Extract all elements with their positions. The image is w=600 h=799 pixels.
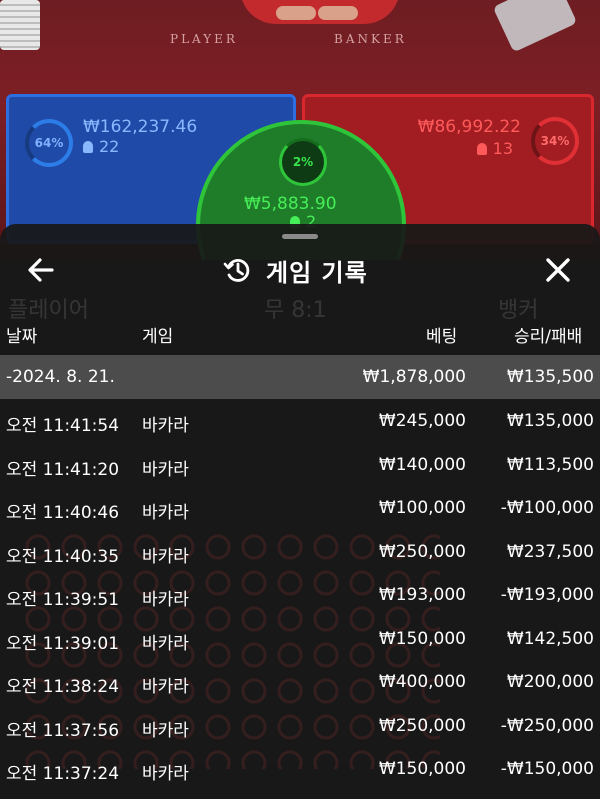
back-button[interactable] xyxy=(24,254,60,286)
row-game: 바카라 xyxy=(142,590,189,610)
row-time: 오전 11:40:46 xyxy=(6,503,120,523)
date-group-row[interactable]: -2024. 8. 21. ₩1,878,000 ₩135,500 xyxy=(0,355,600,399)
row-bet: ₩400,000 xyxy=(378,672,466,692)
arrow-left-icon xyxy=(28,258,54,282)
sheet-header: 게임 기록 xyxy=(0,248,600,292)
player-percent-ring: 64% xyxy=(25,119,73,167)
ghost-label-banker: 뱅커 xyxy=(498,298,539,323)
date-group-date: -2024. 8. 21. xyxy=(6,367,115,387)
banker-percent: 34% xyxy=(540,134,570,148)
row-bet: ₩150,000 xyxy=(378,628,466,649)
player-percent: 64% xyxy=(34,136,64,150)
close-button[interactable] xyxy=(542,254,574,286)
row-result: -₩150,000 xyxy=(500,759,594,779)
date-group-bet-total: ₩1,878,000 xyxy=(362,367,466,387)
row-game: 바카라 xyxy=(142,459,189,480)
row-game: 바카라 xyxy=(142,546,189,567)
history-row[interactable]: 오전 11:40:35 바카라 ₩250,000 ₩237,500 xyxy=(0,530,600,574)
row-bet: ₩150,000 xyxy=(378,759,466,779)
row-bet: ₩245,000 xyxy=(378,411,466,431)
row-time: 오전 11:39:51 xyxy=(6,590,120,610)
row-result: -₩193,000 xyxy=(500,585,594,605)
row-time: 오전 11:41:20 xyxy=(6,459,120,480)
history-row[interactable]: 오전 11:41:20 바카라 ₩140,000 ₩113,500 xyxy=(0,443,600,487)
chip-stack xyxy=(0,0,40,50)
date-group-result-total: ₩135,500 xyxy=(506,367,594,387)
tie-amount: ₩5,883.90 xyxy=(244,194,337,214)
ghost-label-player: 플레이어 xyxy=(8,298,89,323)
row-result: ₩200,000 xyxy=(506,672,594,692)
ghost-label-tie: 무 8:1 xyxy=(264,298,327,323)
close-icon xyxy=(546,258,570,282)
row-bet: ₩140,000 xyxy=(378,454,466,475)
column-header-date: 날짜 xyxy=(6,327,38,347)
row-game: 바카라 xyxy=(142,503,189,523)
row-result: -₩100,000 xyxy=(500,498,594,518)
sheet-title-group: 게임 기록 xyxy=(222,252,368,288)
row-result: ₩237,500 xyxy=(506,541,594,562)
row-game: 바카라 xyxy=(142,677,189,697)
row-result: ₩113,500 xyxy=(506,454,594,475)
sheet-drag-handle[interactable] xyxy=(282,234,318,239)
history-row[interactable]: 오전 11:38:24 바카라 ₩400,000 ₩200,000 xyxy=(0,660,600,704)
history-row[interactable]: 오전 11:41:54 바카라 ₩245,000 ₩135,000 xyxy=(0,399,600,443)
history-row[interactable]: 오전 11:37:24 바카라 ₩150,000 -₩150,000 xyxy=(0,747,600,791)
column-header-result: 승리/패배 xyxy=(514,327,583,347)
row-game: 바카라 xyxy=(142,764,189,784)
row-bet: ₩250,000 xyxy=(378,715,466,736)
row-bet: ₩100,000 xyxy=(378,498,466,518)
banker-count: 13 xyxy=(476,139,513,158)
history-row[interactable]: 오전 11:37:56 바카라 ₩250,000 -₩250,000 xyxy=(0,704,600,748)
table-label-player: PLAYER xyxy=(170,32,238,46)
history-row[interactable]: 오전 11:40:46 바카라 ₩100,000 -₩100,000 xyxy=(0,486,600,530)
player-count: 22 xyxy=(83,137,119,156)
column-header-bet: 베팅 xyxy=(426,327,458,347)
row-game: 바카라 xyxy=(142,633,189,654)
row-time: 오전 11:37:56 xyxy=(6,720,120,741)
card-shoe xyxy=(492,0,578,53)
game-history-sheet: 플레이어 무 8:1 뱅커 게임 기록 날짜 게임 베팅 승리/패배 -2024… xyxy=(0,224,600,799)
banker-percent-ring: 34% xyxy=(531,117,579,165)
dealer-hand xyxy=(318,6,358,20)
history-row[interactable]: 오전 11:39:51 바카라 ₩193,000 -₩193,000 xyxy=(0,573,600,617)
dealer-hand xyxy=(276,6,316,20)
row-time: 오전 11:39:01 xyxy=(6,633,120,654)
column-header-game: 게임 xyxy=(142,327,174,347)
person-icon xyxy=(83,141,93,153)
row-time: 오전 11:40:35 xyxy=(6,546,120,567)
row-time: 오전 11:37:24 xyxy=(6,764,120,784)
row-time: 오전 11:41:54 xyxy=(6,416,120,436)
row-game: 바카라 xyxy=(142,416,189,436)
row-bet: ₩250,000 xyxy=(378,541,466,562)
history-icon xyxy=(223,259,250,282)
player-amount: ₩162,237.46 xyxy=(83,117,198,137)
banker-count-value: 13 xyxy=(492,139,513,158)
row-time: 오전 11:38:24 xyxy=(6,677,120,697)
row-result: ₩142,500 xyxy=(506,628,594,649)
row-result: -₩250,000 xyxy=(500,715,594,736)
person-icon xyxy=(476,143,487,155)
history-row[interactable]: 오전 11:39:01 바카라 ₩150,000 ₩142,500 xyxy=(0,617,600,661)
table-label-banker: BANKER xyxy=(334,32,407,46)
row-game: 바카라 xyxy=(142,720,189,741)
player-count-value: 22 xyxy=(99,137,120,156)
row-result: ₩135,000 xyxy=(506,411,594,431)
history-list: 오전 11:41:54 바카라 ₩245,000 ₩135,000 오전 11:41:… xyxy=(0,399,600,791)
row-bet: ₩193,000 xyxy=(378,585,466,605)
page-title: 게임 기록 xyxy=(266,258,368,287)
tie-percent: 2% xyxy=(292,155,314,169)
game-table-background: PLAYER BANKER 64% ₩162,237.46 22 34% ₩86… xyxy=(0,0,600,260)
banker-amount: ₩86,992.22 xyxy=(417,117,521,137)
tie-percent-ring: 2% xyxy=(279,138,327,186)
